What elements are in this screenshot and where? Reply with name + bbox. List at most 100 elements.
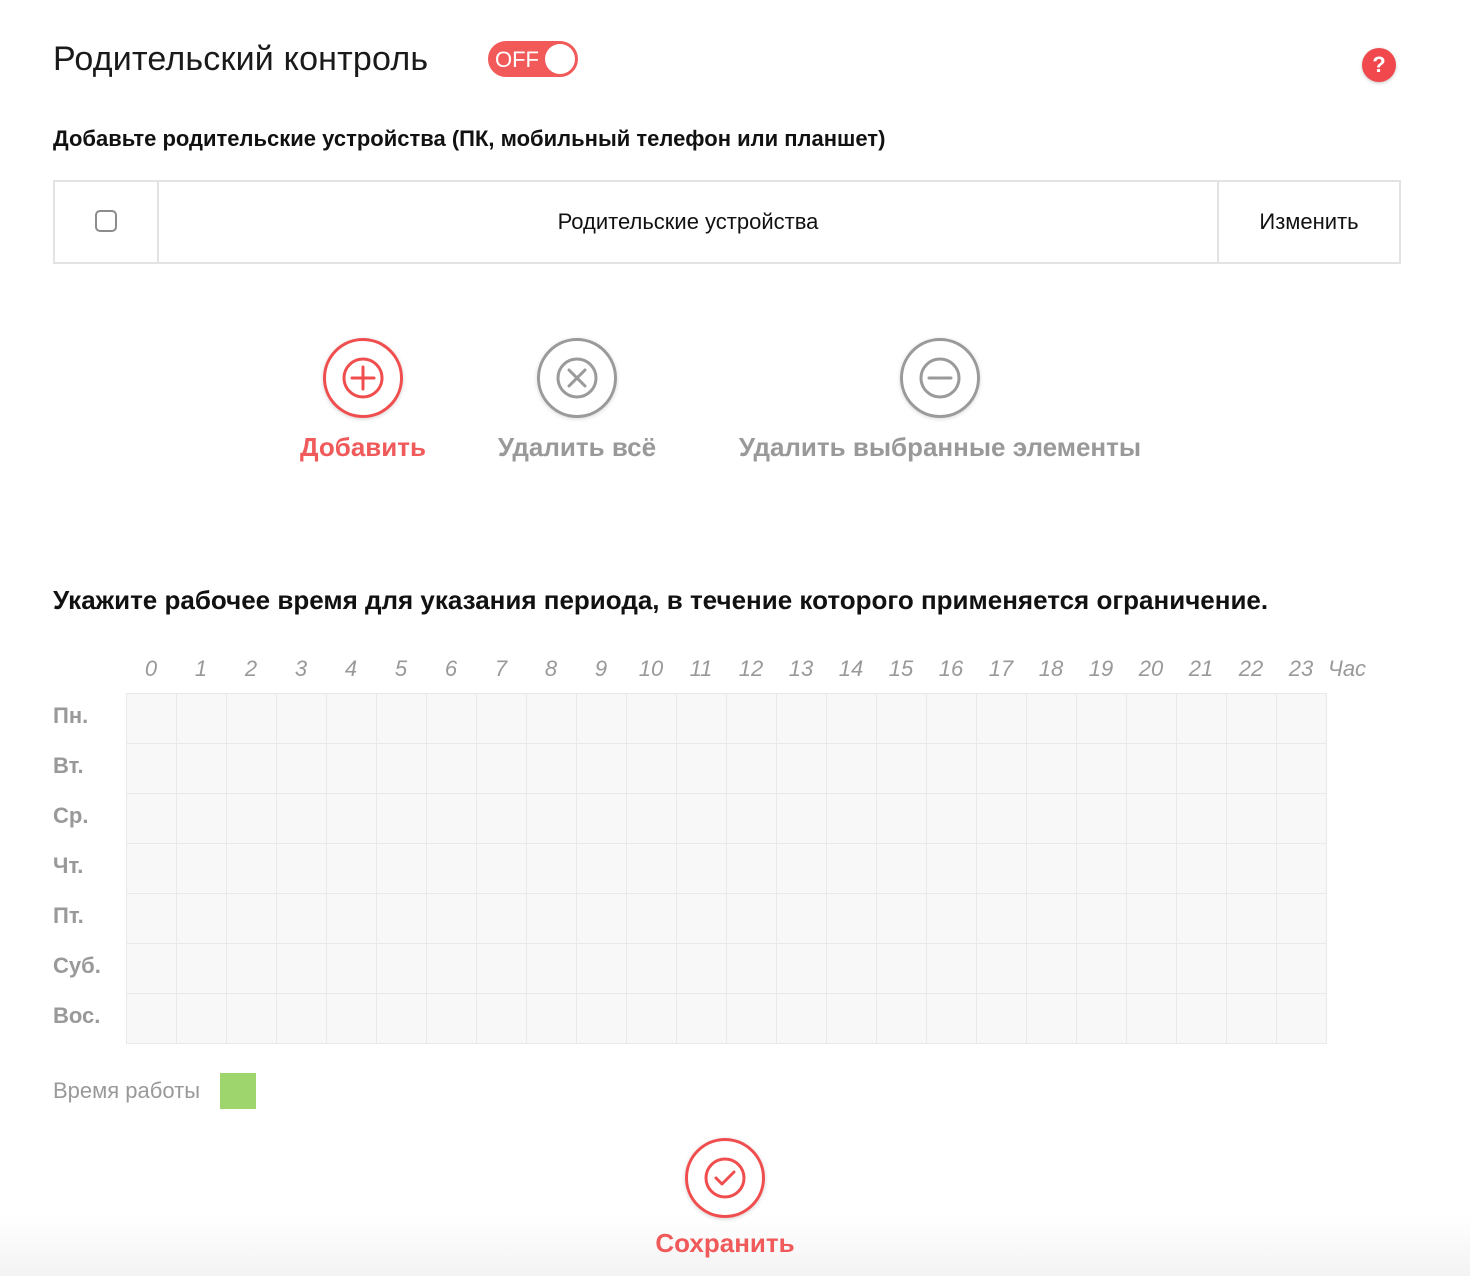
- schedule-cell[interactable]: [227, 994, 277, 1044]
- schedule-cell[interactable]: [827, 844, 877, 894]
- schedule-cell[interactable]: [977, 944, 1027, 994]
- schedule-cell[interactable]: [1177, 994, 1227, 1044]
- schedule-cell[interactable]: [1177, 894, 1227, 944]
- schedule-cell[interactable]: [1127, 744, 1177, 794]
- schedule-cell[interactable]: [977, 794, 1027, 844]
- schedule-cell[interactable]: [577, 694, 627, 744]
- schedule-cell[interactable]: [827, 994, 877, 1044]
- schedule-cell[interactable]: [177, 844, 227, 894]
- schedule-cell[interactable]: [1027, 894, 1077, 944]
- schedule-cell[interactable]: [1227, 694, 1277, 744]
- schedule-cell[interactable]: [1027, 844, 1077, 894]
- select-all-checkbox[interactable]: [95, 210, 117, 232]
- schedule-cell[interactable]: [977, 844, 1027, 894]
- schedule-cell[interactable]: [627, 844, 677, 894]
- schedule-cell[interactable]: [477, 794, 527, 844]
- schedule-cell[interactable]: [877, 894, 927, 944]
- schedule-cell[interactable]: [1227, 894, 1277, 944]
- schedule-cell[interactable]: [677, 694, 727, 744]
- schedule-cell[interactable]: [327, 994, 377, 1044]
- schedule-cell[interactable]: [277, 744, 327, 794]
- schedule-cell[interactable]: [227, 794, 277, 844]
- schedule-cell[interactable]: [827, 944, 877, 994]
- schedule-cell[interactable]: [727, 844, 777, 894]
- schedule-cell[interactable]: [177, 744, 227, 794]
- schedule-cell[interactable]: [1127, 894, 1177, 944]
- schedule-cell[interactable]: [877, 794, 927, 844]
- schedule-cell[interactable]: [177, 944, 227, 994]
- schedule-cell[interactable]: [1077, 794, 1127, 844]
- schedule-cell[interactable]: [577, 844, 627, 894]
- schedule-cell[interactable]: [377, 844, 427, 894]
- schedule-cell[interactable]: [927, 844, 977, 894]
- schedule-cell[interactable]: [977, 694, 1027, 744]
- schedule-cell[interactable]: [377, 694, 427, 744]
- schedule-cell[interactable]: [627, 894, 677, 944]
- schedule-cell[interactable]: [777, 844, 827, 894]
- schedule-cell[interactable]: [527, 844, 577, 894]
- schedule-cell[interactable]: [1127, 944, 1177, 994]
- schedule-cell[interactable]: [1177, 944, 1227, 994]
- schedule-cell[interactable]: [777, 894, 827, 944]
- schedule-cell[interactable]: [1277, 694, 1327, 744]
- schedule-cell[interactable]: [177, 894, 227, 944]
- schedule-cell[interactable]: [277, 794, 327, 844]
- schedule-cell[interactable]: [577, 944, 627, 994]
- schedule-cell[interactable]: [1027, 944, 1077, 994]
- schedule-cell[interactable]: [1277, 744, 1327, 794]
- schedule-cell[interactable]: [127, 944, 177, 994]
- schedule-cell[interactable]: [477, 894, 527, 944]
- schedule-cell[interactable]: [477, 944, 527, 994]
- schedule-cell[interactable]: [1077, 744, 1127, 794]
- schedule-cell[interactable]: [727, 894, 777, 944]
- schedule-grid[interactable]: [126, 693, 1327, 1044]
- parental-control-toggle[interactable]: OFF: [488, 41, 578, 77]
- schedule-cell[interactable]: [877, 694, 927, 744]
- schedule-cell[interactable]: [1177, 694, 1227, 744]
- schedule-cell[interactable]: [927, 894, 977, 944]
- schedule-cell[interactable]: [827, 744, 877, 794]
- schedule-cell[interactable]: [527, 794, 577, 844]
- schedule-cell[interactable]: [477, 994, 527, 1044]
- schedule-cell[interactable]: [877, 944, 927, 994]
- schedule-cell[interactable]: [727, 744, 777, 794]
- schedule-cell[interactable]: [927, 794, 977, 844]
- schedule-cell[interactable]: [677, 894, 727, 944]
- schedule-cell[interactable]: [1027, 794, 1077, 844]
- schedule-cell[interactable]: [1077, 894, 1127, 944]
- schedule-cell[interactable]: [1177, 794, 1227, 844]
- schedule-cell[interactable]: [377, 794, 427, 844]
- schedule-cell[interactable]: [377, 944, 427, 994]
- schedule-cell[interactable]: [577, 894, 627, 944]
- schedule-cell[interactable]: [777, 694, 827, 744]
- schedule-cell[interactable]: [277, 694, 327, 744]
- schedule-cell[interactable]: [1027, 744, 1077, 794]
- schedule-cell[interactable]: [1077, 844, 1127, 894]
- schedule-cell[interactable]: [527, 994, 577, 1044]
- schedule-cell[interactable]: [327, 894, 377, 944]
- schedule-cell[interactable]: [477, 844, 527, 894]
- schedule-cell[interactable]: [277, 944, 327, 994]
- schedule-cell[interactable]: [1227, 844, 1277, 894]
- schedule-cell[interactable]: [1077, 994, 1127, 1044]
- schedule-cell[interactable]: [777, 994, 827, 1044]
- schedule-cell[interactable]: [427, 694, 477, 744]
- schedule-cell[interactable]: [377, 744, 427, 794]
- schedule-cell[interactable]: [677, 994, 727, 1044]
- schedule-cell[interactable]: [727, 944, 777, 994]
- schedule-cell[interactable]: [1027, 694, 1077, 744]
- schedule-cell[interactable]: [127, 694, 177, 744]
- schedule-cell[interactable]: [1277, 794, 1327, 844]
- schedule-cell[interactable]: [177, 694, 227, 744]
- schedule-cell[interactable]: [1127, 994, 1177, 1044]
- save-button[interactable]: Сохранить: [655, 1138, 795, 1259]
- schedule-cell[interactable]: [727, 994, 777, 1044]
- schedule-cell[interactable]: [427, 844, 477, 894]
- schedule-cell[interactable]: [1127, 694, 1177, 744]
- schedule-cell[interactable]: [627, 794, 677, 844]
- schedule-cell[interactable]: [1277, 894, 1327, 944]
- schedule-cell[interactable]: [227, 894, 277, 944]
- schedule-cell[interactable]: [827, 694, 877, 744]
- schedule-cell[interactable]: [627, 744, 677, 794]
- schedule-cell[interactable]: [227, 744, 277, 794]
